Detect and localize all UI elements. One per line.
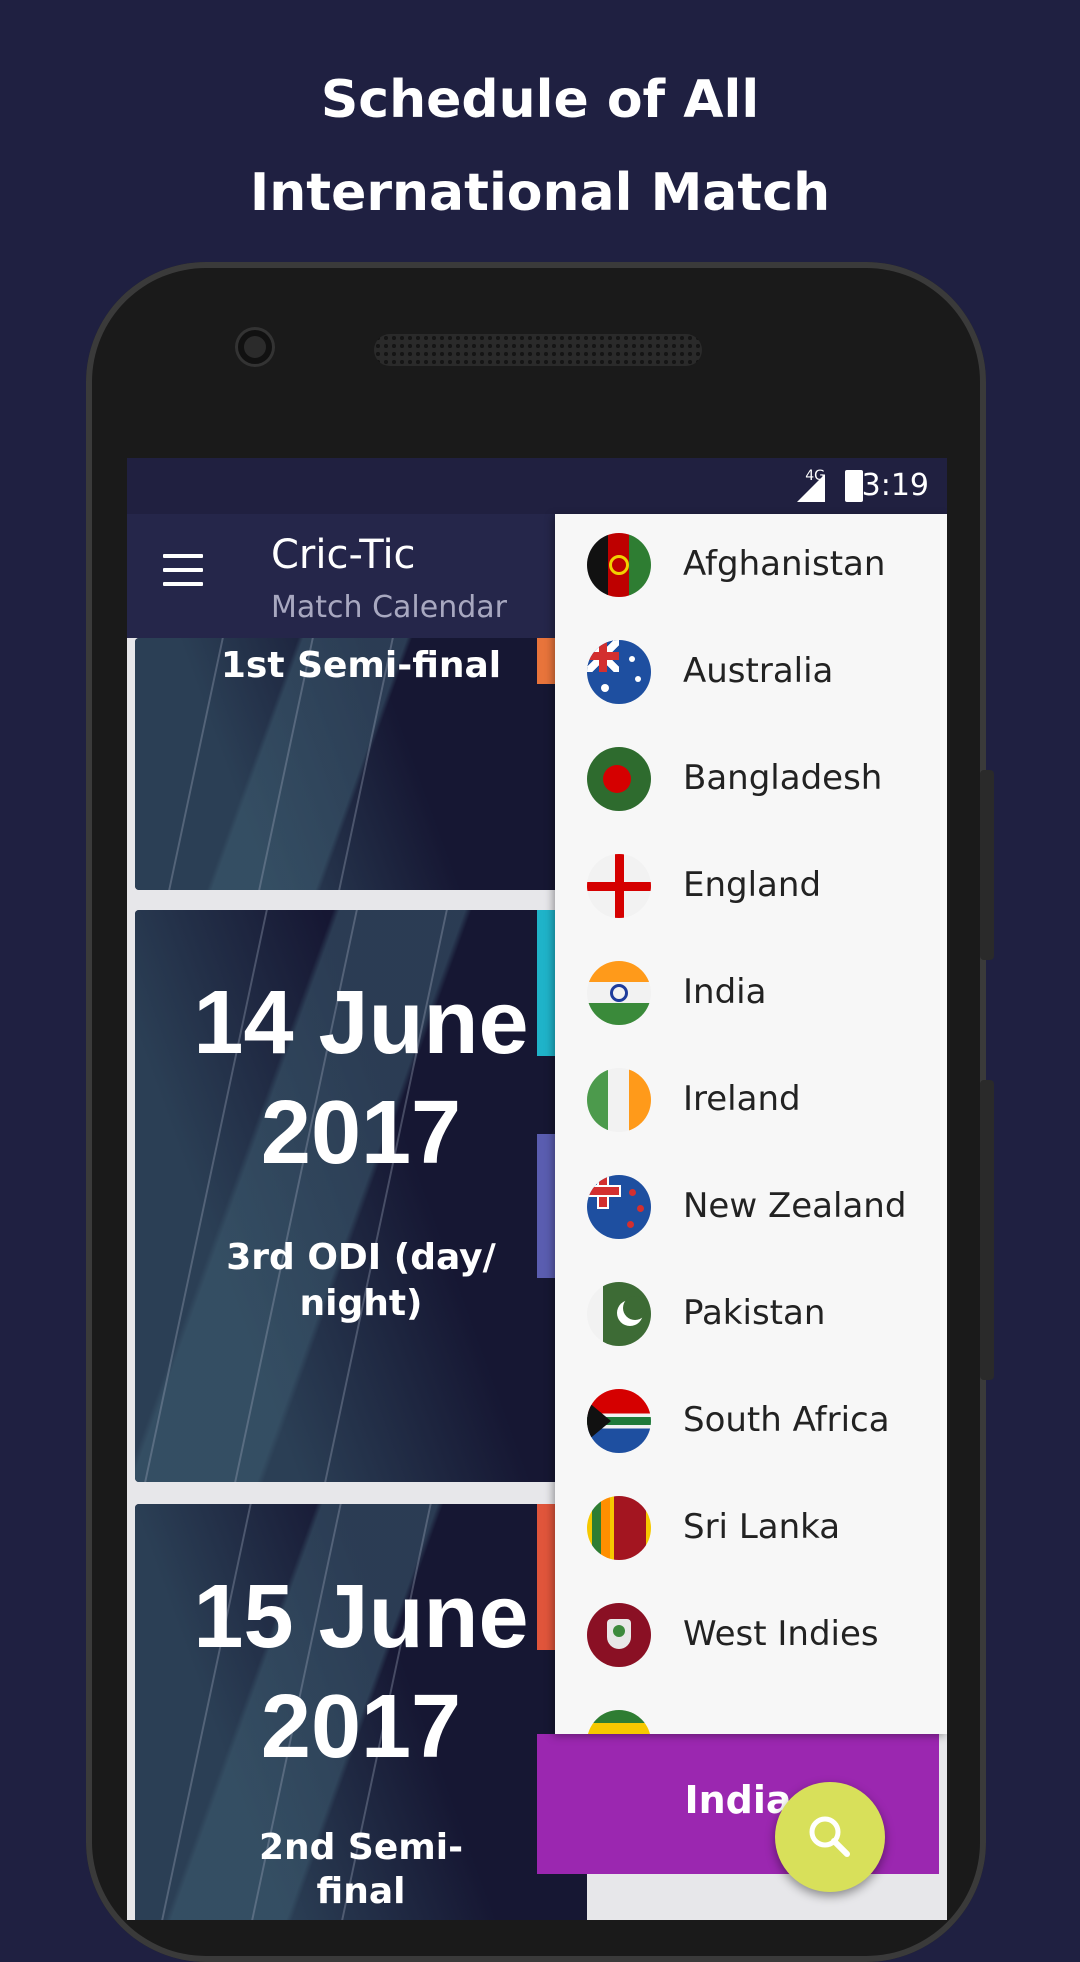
australia-flag-icon: [587, 640, 651, 704]
dropdown-item-label: New Zealand: [683, 1186, 907, 1226]
app-subtitle: Match Calendar: [271, 590, 507, 625]
app-title: Cric-Tic: [271, 532, 416, 578]
dropdown-item-bangladesh[interactable]: Bangladesh: [555, 728, 947, 835]
dropdown-item-label: Ireland: [683, 1079, 801, 1119]
match-card[interactable]: 15 June 2017 2nd Semi- final: [135, 1504, 587, 1920]
promo-title-line1: Schedule of All: [320, 70, 760, 130]
match-label: 1st Semi-final: [220, 645, 502, 686]
sri-lanka-flag-icon: [587, 1496, 651, 1560]
volume-button: [980, 770, 994, 960]
dropdown-item-label: India: [683, 972, 767, 1012]
dropdown-item-sri-lanka[interactable]: Sri Lanka: [555, 1477, 947, 1584]
match-date-year: 2017: [260, 1677, 462, 1777]
dropdown-item-afghanistan[interactable]: Afghanistan: [555, 514, 947, 621]
front-camera: [238, 330, 272, 364]
south-africa-flag-icon: [587, 1389, 651, 1453]
match-date-day: 14 June: [193, 973, 529, 1073]
power-button: [980, 1080, 994, 1380]
team-dropdown[interactable]: Afghanistan Australia Bangladesh England…: [555, 514, 947, 1734]
dropdown-item-new-zealand[interactable]: New Zealand: [555, 1156, 947, 1263]
match-label-line1: 2nd Semi-: [258, 1827, 464, 1868]
earpiece-speaker: [374, 334, 702, 366]
match-label-line2: final: [316, 1871, 406, 1912]
dropdown-item-india[interactable]: India: [555, 942, 947, 1049]
dropdown-item-label: West Indies: [683, 1614, 879, 1654]
dropdown-item-pakistan[interactable]: Pakistan: [555, 1263, 947, 1370]
west-indies-flag-icon: [587, 1603, 651, 1667]
new-zealand-flag-icon: [587, 1175, 651, 1239]
dropdown-item-label: Sri Lanka: [683, 1507, 841, 1547]
search-icon: [809, 1816, 850, 1857]
dropdown-item-label: Afghanistan: [683, 544, 886, 584]
dropdown-item-england[interactable]: England: [555, 835, 947, 942]
england-flag-icon: [587, 854, 651, 918]
match-label-line2: night): [299, 1283, 423, 1324]
dropdown-item-label: England: [683, 865, 822, 905]
dropdown-item-label: Bangladesh: [683, 758, 883, 798]
afghanistan-flag-icon: [587, 533, 651, 597]
match-date-day: 15 June: [193, 1567, 529, 1667]
bangladesh-flag-icon: [587, 747, 651, 811]
match-label-line1: 3rd ODI (day/: [226, 1237, 496, 1278]
match-date-year: 2017: [260, 1083, 462, 1183]
hamburger-menu-icon[interactable]: [163, 554, 203, 586]
match-card[interactable]: 14 June 2017 3rd ODI (day/ night): [135, 910, 587, 1482]
dropdown-item-partial[interactable]: [555, 1691, 947, 1734]
ireland-flag-icon: [587, 1068, 651, 1132]
status-time: 3:19: [861, 468, 929, 503]
dropdown-item-label: South Africa: [683, 1400, 890, 1440]
search-fab[interactable]: [775, 1782, 885, 1892]
india-flag-icon: [587, 961, 651, 1025]
match-card[interactable]: 1st Semi-final: [135, 638, 587, 890]
app-screen: 4G 3:19 Cric-Tic Match Calendar 1st Semi…: [127, 458, 947, 1920]
dropdown-item-south-africa[interactable]: South Africa: [555, 1370, 947, 1477]
dropdown-item-west-indies[interactable]: West Indies: [555, 1584, 947, 1691]
pakistan-flag-icon: [587, 1282, 651, 1346]
status-bar: 4G 3:19: [127, 458, 947, 514]
promo-title-line2: International Match: [249, 163, 831, 223]
dropdown-item-ireland[interactable]: Ireland: [555, 1049, 947, 1156]
dropdown-item-label: Pakistan: [683, 1293, 826, 1333]
dropdown-item-label: Australia: [683, 651, 834, 691]
battery-icon: [845, 470, 863, 502]
dropdown-item-australia[interactable]: Australia: [555, 621, 947, 728]
network-type: 4G: [805, 468, 825, 484]
zimbabwe-flag-icon: [587, 1710, 651, 1734]
